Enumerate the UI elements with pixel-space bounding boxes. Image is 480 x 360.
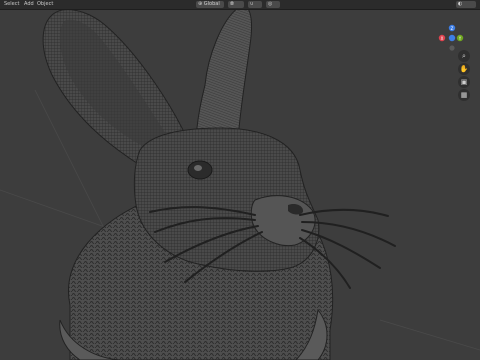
axis-z-dot[interactable] (448, 34, 456, 42)
camera-icon[interactable]: ▣ (458, 76, 470, 88)
axis-x-label: X (441, 36, 444, 41)
grid-icon[interactable]: ▦ (458, 89, 470, 101)
axis-negative-dot[interactable] (449, 45, 455, 51)
3d-viewport[interactable]: Select Add Object ⊕ Global ⦾ ∪ ◎ ◐ Z X Y… (0, 0, 480, 360)
pan-hand-icon[interactable]: ✋ (458, 63, 470, 75)
zoom-icon[interactable]: ⌕ (458, 50, 470, 62)
axis-z-label: Z (451, 26, 454, 31)
axis-y-label: Y (458, 36, 462, 41)
navigation-gizmo[interactable]: Z X Y (0, 0, 480, 360)
